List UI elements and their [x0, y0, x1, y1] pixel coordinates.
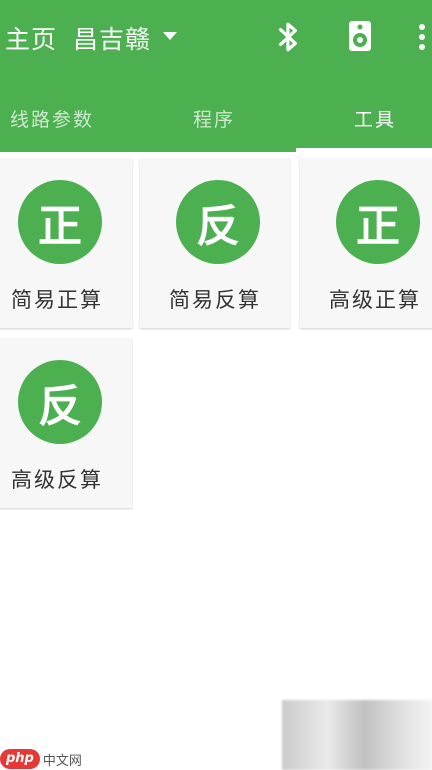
- site-watermark: php 中文网: [0, 748, 82, 770]
- forward-badge-icon: 正: [18, 180, 102, 264]
- tab-indicator: [296, 148, 432, 152]
- inverse-badge-icon: 反: [18, 360, 102, 444]
- tab-program[interactable]: 程序: [193, 106, 235, 134]
- site-name: 中文网: [42, 753, 82, 769]
- tool-advanced-forward[interactable]: 正 高级正算: [300, 158, 432, 328]
- tool-label: 高级反算: [11, 468, 103, 492]
- tab-tools[interactable]: 工具: [354, 106, 396, 134]
- tool-label: 简易反算: [169, 288, 261, 312]
- tool-label: 简易正算: [11, 288, 103, 312]
- tab-line-params[interactable]: 线路参数: [10, 106, 94, 134]
- bluetooth-icon[interactable]: [276, 20, 302, 54]
- speaker-icon[interactable]: [348, 20, 372, 52]
- tool-simple-inverse[interactable]: 反 简易反算: [140, 158, 290, 328]
- app-bar: 主页 昌吉赣 线路参数 程序 工具: [0, 0, 432, 152]
- more-vert-icon[interactable]: [416, 22, 428, 52]
- php-logo: php: [0, 749, 40, 769]
- caret-down-icon: [163, 32, 178, 40]
- home-label: 主页: [5, 25, 58, 54]
- blurred-overlay: [282, 700, 432, 770]
- forward-badge-icon: 正: [336, 180, 420, 264]
- inverse-badge-icon: 反: [176, 180, 260, 264]
- tool-simple-forward[interactable]: 正 简易正算: [0, 158, 132, 328]
- tool-label: 高级正算: [329, 288, 421, 312]
- tool-advanced-inverse[interactable]: 反 高级反算: [0, 338, 132, 508]
- route-name: 昌吉赣: [73, 25, 152, 54]
- route-selector[interactable]: 主页 昌吉赣: [5, 20, 178, 56]
